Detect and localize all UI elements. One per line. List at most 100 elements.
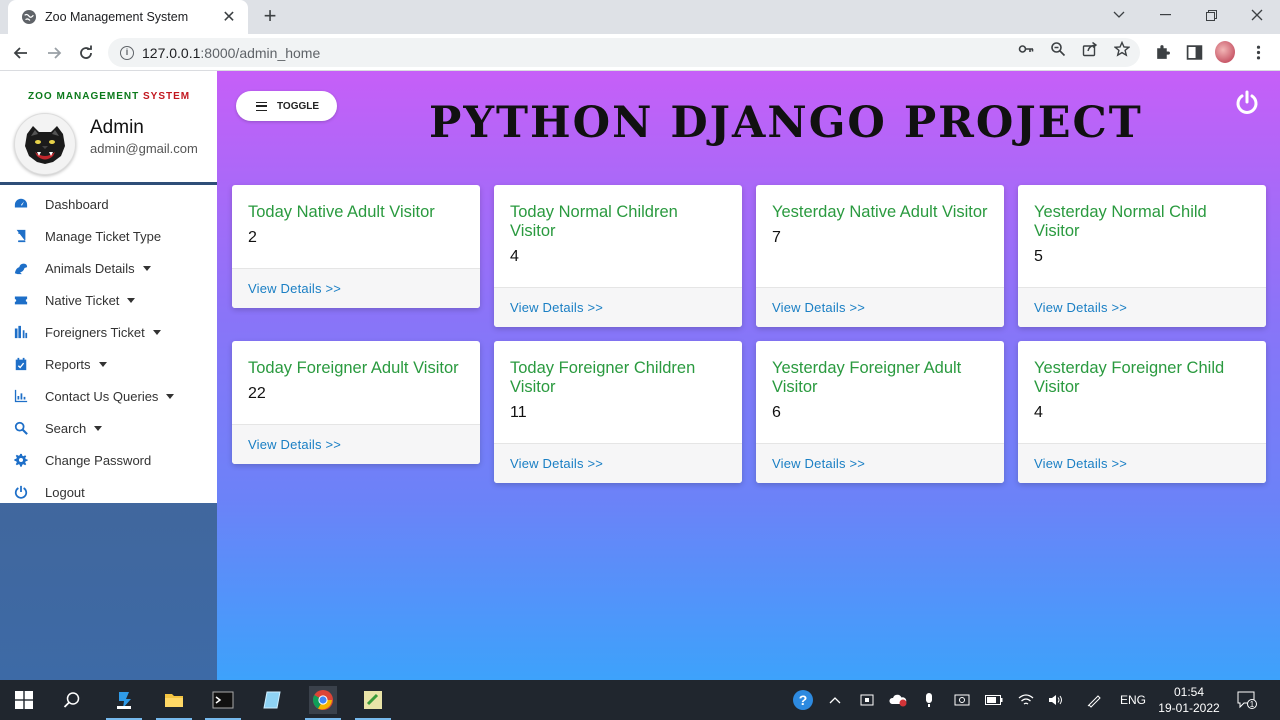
address-bar[interactable]: i 127.0.0.1:8000/admin_home <box>108 38 1140 67</box>
tray-onedrive-icon[interactable] <box>888 691 908 709</box>
sidebar-item-label: Dashboard <box>45 196 109 212</box>
card-title: Yesterday Foreigner Child Visitor <box>1034 359 1225 396</box>
hamburger-icon <box>256 101 267 111</box>
menu-kebab-icon[interactable] <box>1248 42 1268 62</box>
sidebar-item-dashboard[interactable]: Dashboard <box>0 188 217 220</box>
tray-chevron-up-icon[interactable] <box>826 691 844 709</box>
sidebar-item-manage-ticket-type[interactable]: Manage Ticket Type <box>0 220 217 252</box>
taskbar-notes-icon[interactable] <box>259 686 287 714</box>
card-body: Today Foreigner Adult Visitor 22 <box>232 341 480 403</box>
sidebar-item-native-ticket[interactable]: Native Ticket <box>0 284 217 316</box>
sidebar-item-label: Logout <box>45 484 85 500</box>
tray-meet-icon[interactable] <box>858 691 876 709</box>
view-details-link[interactable]: View Details >> <box>1018 287 1266 327</box>
sidebar-profile: ZOO MANAGEMENT SYSTEM Admin admin@gmail.… <box>0 71 217 185</box>
chevron-down-icon <box>127 297 136 303</box>
site-info-icon[interactable]: i <box>120 45 134 60</box>
browser-tab[interactable]: Zoo Management System ✕ <box>8 0 248 34</box>
view-details-link[interactable]: View Details >> <box>232 424 480 464</box>
card-value: 7 <box>772 229 781 246</box>
tray-wifi-icon[interactable] <box>1016 691 1036 709</box>
view-details-link[interactable]: View Details >> <box>494 287 742 327</box>
toggle-button[interactable]: TOGGLE <box>236 91 337 121</box>
taskbar-file-explorer-icon[interactable] <box>156 686 192 720</box>
brand-title: ZOO MANAGEMENT SYSTEM <box>28 91 190 102</box>
tray-microphone-icon[interactable] <box>920 691 938 709</box>
tab-close-icon[interactable]: ✕ <box>220 7 238 27</box>
tray-pen-icon[interactable] <box>1084 691 1104 709</box>
key-icon[interactable] <box>1017 40 1035 58</box>
card-title: Yesterday Foreigner Adult Visitor <box>772 359 962 396</box>
card-body: Yesterday Native Adult Visitor 7 <box>756 185 1004 247</box>
address-url: 127.0.0.1:8000/admin_home <box>142 45 320 61</box>
taskbar-chrome-icon[interactable] <box>305 686 341 720</box>
view-details-link[interactable]: View Details >> <box>756 443 1004 483</box>
share-icon[interactable] <box>1081 40 1099 58</box>
card-value: 4 <box>1034 404 1043 421</box>
sidebar-item-label: Search <box>45 420 87 436</box>
taskbar-terminal-icon[interactable] <box>205 686 241 720</box>
tray-volume-icon[interactable] <box>1046 691 1066 709</box>
tray-battery-icon[interactable] <box>984 691 1004 709</box>
sidebar-item-change-password[interactable]: Change Password <box>0 444 217 476</box>
language-indicator[interactable]: ENG <box>1118 691 1148 709</box>
sidebar-item-label: Manage Ticket Type <box>45 228 162 244</box>
new-tab-button[interactable]: + <box>258 5 282 29</box>
minimize-icon[interactable] <box>1142 0 1188 30</box>
bookmark-star-icon[interactable] <box>1113 40 1131 58</box>
sidebar-item-label: Animals Details <box>45 260 135 276</box>
tray-camera-icon[interactable] <box>952 691 972 709</box>
help-icon[interactable]: ? <box>790 690 816 710</box>
app-root: ZOO MANAGEMENT SYSTEM Admin admin@gmail.… <box>0 71 1280 680</box>
book-icon <box>13 228 29 244</box>
taskbar-search-icon[interactable] <box>58 686 86 714</box>
admin-name: Admin <box>90 117 144 138</box>
chevron-down-icon <box>152 329 161 335</box>
taskbar-editor-icon[interactable] <box>355 686 391 720</box>
taskbar-app-installer-icon[interactable] <box>106 686 142 720</box>
sidebar-item-label: Native Ticket <box>45 292 120 308</box>
view-details-link[interactable]: View Details >> <box>756 287 1004 327</box>
extensions-icon[interactable] <box>1152 42 1172 62</box>
sidebar-item-label: Contact Us Queries <box>45 388 159 404</box>
sidebar-item-label: Foreigners Ticket <box>45 324 145 340</box>
sidebar-item-search[interactable]: Search <box>0 412 217 444</box>
card-body: Yesterday Foreigner Child Visitor 4 <box>1018 341 1266 422</box>
ticket-icon <box>13 292 29 308</box>
logout-power-icon[interactable] <box>1234 90 1260 116</box>
chevron-down-icon <box>166 393 175 399</box>
zoom-icon[interactable] <box>1049 40 1067 58</box>
notification-icon[interactable]: 1 <box>1236 691 1258 709</box>
restore-icon[interactable] <box>1188 0 1234 30</box>
view-details-link[interactable]: View Details >> <box>1018 443 1266 483</box>
back-icon[interactable] <box>8 40 34 66</box>
sidebar-menu: Dashboard Manage Ticket Type Animals Det… <box>0 185 217 503</box>
tab-search-icon[interactable] <box>1096 0 1142 30</box>
sidebar-item-animals-details[interactable]: Animals Details <box>0 252 217 284</box>
card-title: Today Foreigner Children Visitor <box>510 359 696 396</box>
main-content: TOGGLE PYTHON DJANGO PROJECT Today Nativ… <box>217 71 1280 680</box>
sidebar-item-contact-us-queries[interactable]: Contact Us Queries <box>0 380 217 412</box>
reload-icon[interactable] <box>73 40 99 66</box>
chevron-down-icon <box>94 425 103 431</box>
sidebar-item-foreigners-ticket[interactable]: Foreigners Ticket <box>0 316 217 348</box>
power-icon <box>13 484 29 500</box>
sidebar-item-reports[interactable]: Reports <box>0 348 217 380</box>
admin-avatar <box>14 113 76 175</box>
stat-card-yesterday-foreigner-child: Yesterday Foreigner Child Visitor 4 View… <box>1018 341 1266 483</box>
card-value: 5 <box>1034 248 1043 265</box>
card-title: Yesterday Normal Child Visitor <box>1034 203 1207 240</box>
card-body: Today Native Adult Visitor 2 <box>232 185 480 247</box>
close-window-icon[interactable] <box>1234 0 1280 30</box>
taskbar-clock[interactable]: 01:54 19-01-2022 <box>1150 684 1228 716</box>
profile-avatar[interactable] <box>1215 41 1235 63</box>
sidebar-item-logout[interactable]: Logout <box>0 476 217 508</box>
windows-start-icon[interactable] <box>10 686 38 714</box>
forward-icon[interactable] <box>41 40 67 66</box>
chart-icon <box>13 388 29 404</box>
view-details-link[interactable]: View Details >> <box>494 443 742 483</box>
side-panel-icon[interactable] <box>1184 42 1204 62</box>
card-body: Yesterday Foreigner Adult Visitor 6 <box>756 341 1004 422</box>
toggle-label: TOGGLE <box>277 100 320 112</box>
view-details-link[interactable]: View Details >> <box>232 268 480 308</box>
